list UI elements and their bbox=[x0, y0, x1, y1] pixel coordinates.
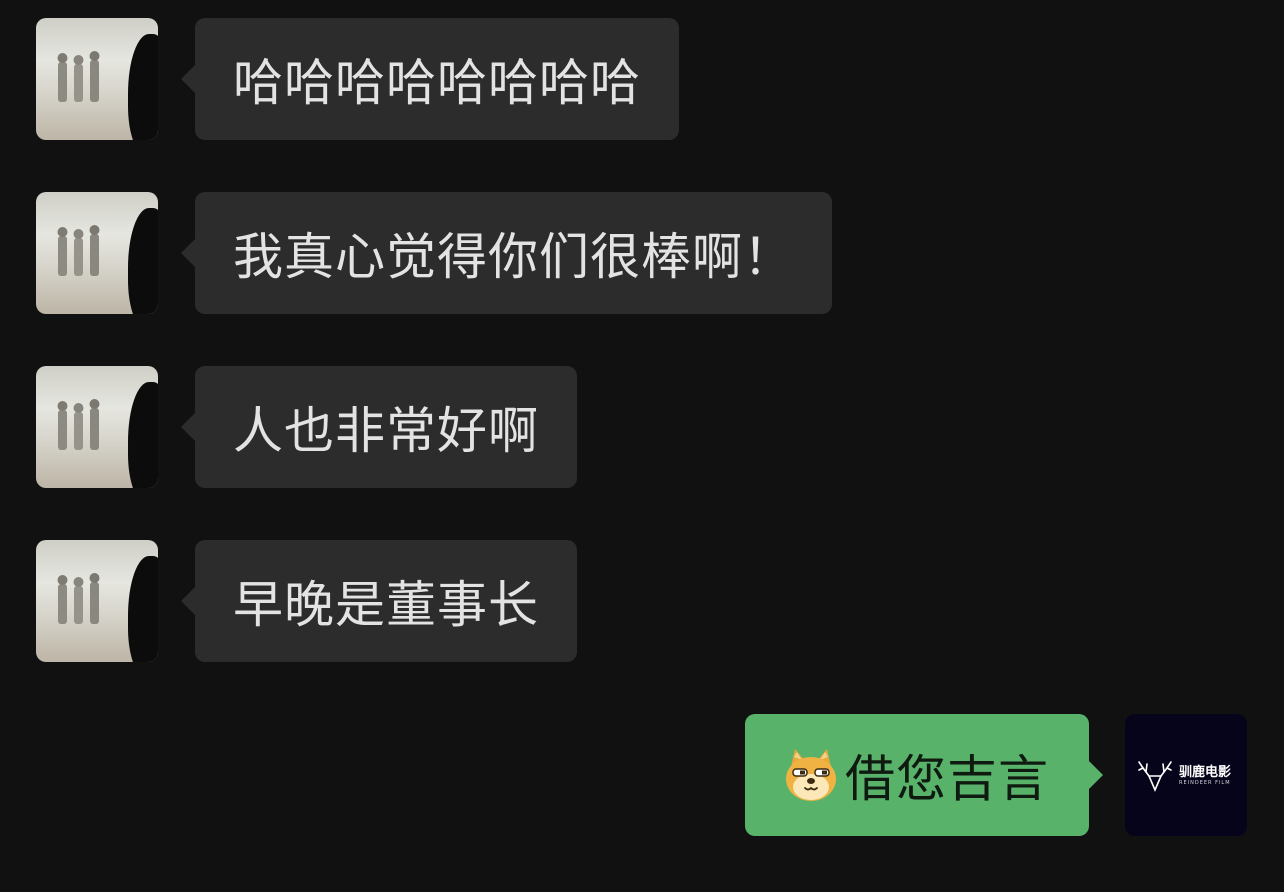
avatar-photo-silhouette bbox=[128, 34, 158, 140]
logo-chinese-name: 驯鹿电影 bbox=[1179, 765, 1232, 780]
message-bubble-incoming[interactable]: 哈哈哈哈哈哈哈哈 bbox=[181, 18, 679, 140]
contact-avatar[interactable] bbox=[36, 192, 158, 314]
message-row-incoming: 人也非常好啊 bbox=[0, 366, 1284, 490]
deer-antler-icon bbox=[1138, 761, 1172, 793]
avatar-photo-silhouette bbox=[128, 382, 158, 488]
message-text: 哈哈哈哈哈哈哈哈 bbox=[233, 54, 641, 112]
self-avatar[interactable]: 驯鹿电影 REINDEER FILM bbox=[1125, 714, 1247, 836]
message-bubble-incoming[interactable]: 我真心觉得你们很棒啊！ bbox=[181, 192, 832, 314]
avatar-photo-silhouette bbox=[128, 556, 158, 662]
message-row-incoming: 哈哈哈哈哈哈哈哈 bbox=[0, 18, 1284, 142]
message-bubble-outgoing[interactable]: 借您吉言 bbox=[745, 714, 1103, 836]
message-bubble-incoming[interactable]: 早晚是董事长 bbox=[181, 540, 577, 662]
message-text: 借您吉言 bbox=[845, 750, 1049, 808]
message-text: 早晚是董事长 bbox=[233, 576, 539, 634]
message-text: 我真心觉得你们很棒啊！ bbox=[233, 228, 794, 286]
reindeer-film-logo: 驯鹿电影 REINDEER FILM bbox=[1135, 758, 1245, 794]
message-row-outgoing: 借您吉言 驯鹿电影 REINDEER FILM bbox=[0, 714, 1284, 838]
doge-emoji-icon bbox=[786, 749, 836, 801]
contact-avatar[interactable] bbox=[36, 540, 158, 662]
contact-avatar[interactable] bbox=[36, 366, 158, 488]
avatar-photo-figures bbox=[57, 573, 100, 624]
contact-avatar[interactable] bbox=[36, 18, 158, 140]
message-row-incoming: 我真心觉得你们很棒啊！ bbox=[0, 192, 1284, 316]
avatar-photo-figures bbox=[57, 51, 100, 102]
logo-english-name: REINDEER FILM bbox=[1179, 780, 1231, 786]
avatar-photo-figures bbox=[57, 399, 100, 450]
message-bubble-incoming[interactable]: 人也非常好啊 bbox=[181, 366, 577, 488]
chat-message-list[interactable]: 哈哈哈哈哈哈哈哈 我真心觉得你们很棒啊！ 人也非常好啊 早晚是董事长 借您吉言 … bbox=[0, 0, 1284, 892]
message-text: 人也非常好啊 bbox=[233, 402, 539, 460]
avatar-photo-silhouette bbox=[128, 208, 158, 314]
avatar-photo-figures bbox=[57, 225, 100, 276]
message-row-incoming: 早晚是董事长 bbox=[0, 540, 1284, 664]
